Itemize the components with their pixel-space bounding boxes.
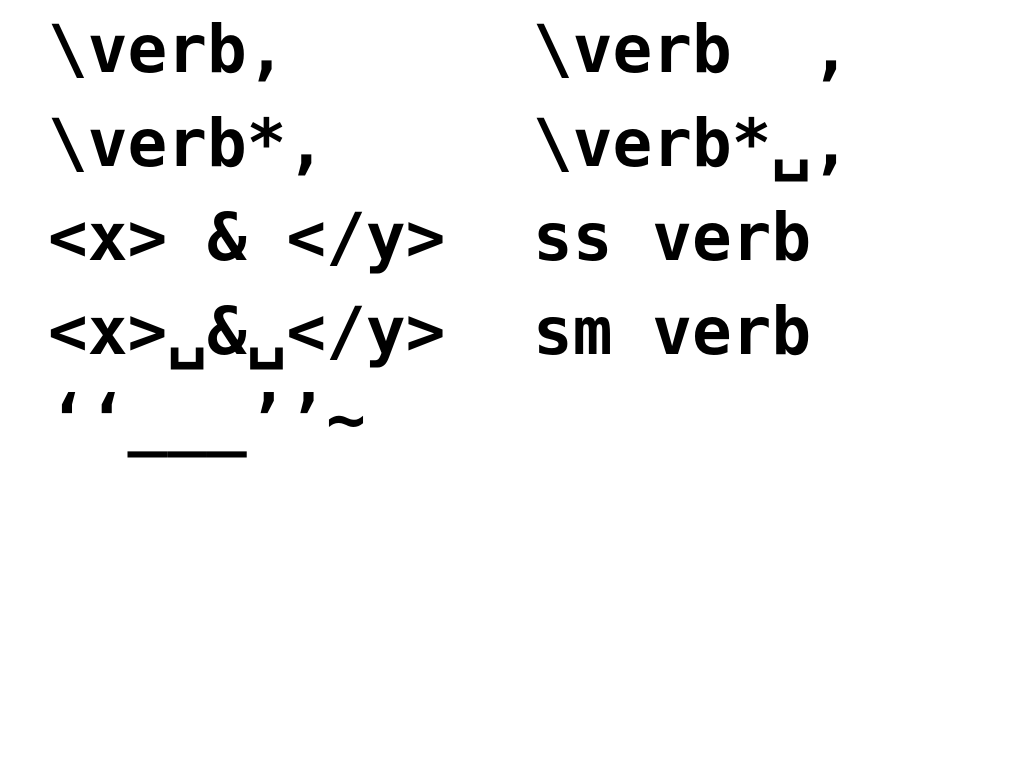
right-line-3: ss verb: [533, 199, 812, 276]
right-line-2: \verb*␣,: [533, 105, 851, 182]
right-line-1: \verb ,: [533, 11, 851, 88]
left-line-5: ‘‘___’’~: [48, 381, 366, 458]
right-line-4: sm verb: [533, 293, 812, 370]
left-line-3: <x> & </y>: [48, 199, 446, 276]
left-line-4: <x>␣&␣</y>: [48, 293, 446, 370]
document-page: \verb, \verb*, <x> & </y> <x>␣&␣</y> ‘‘_…: [0, 0, 1024, 768]
left-line-1: \verb,: [48, 11, 287, 88]
left-line-2: \verb*,: [48, 105, 327, 182]
